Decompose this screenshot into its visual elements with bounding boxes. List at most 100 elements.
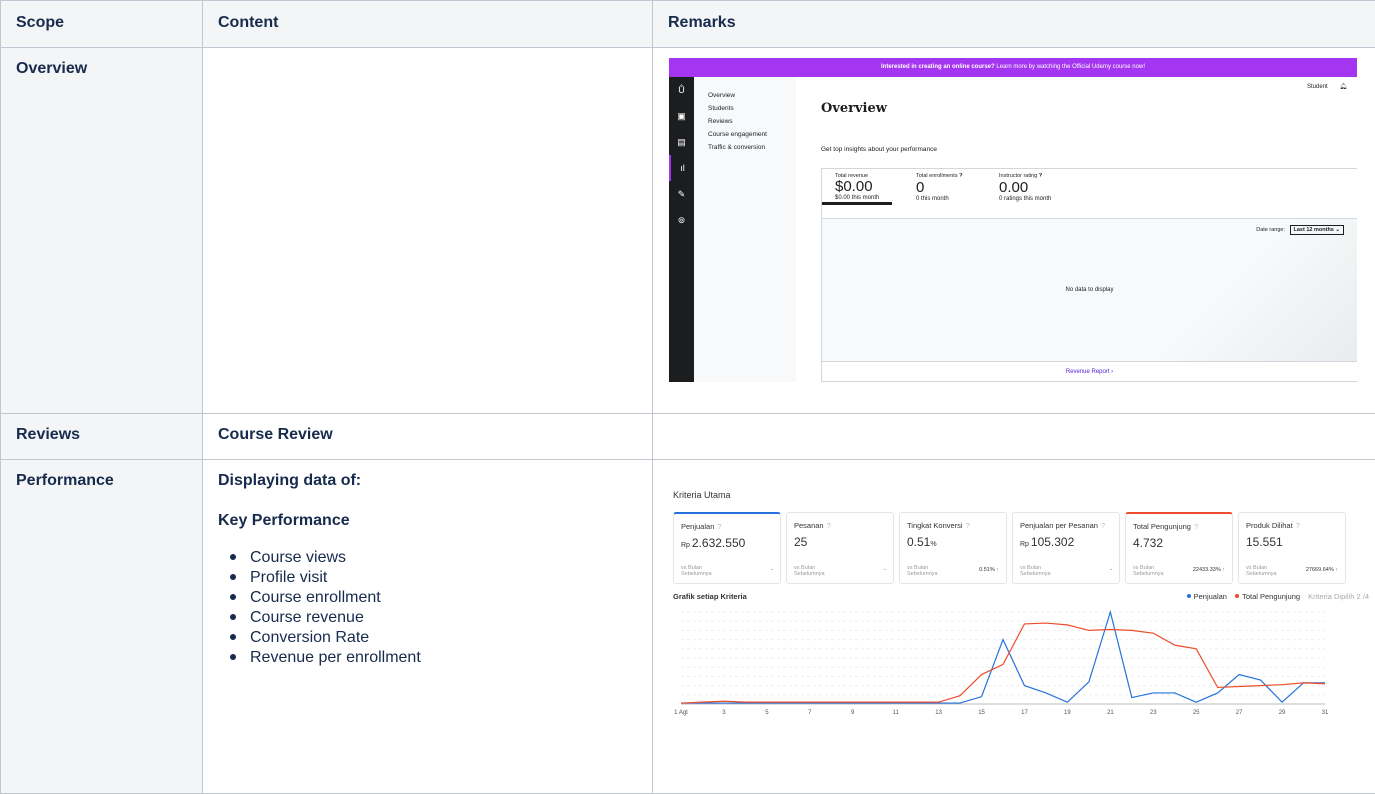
info-icon[interactable]: ? bbox=[1296, 521, 1300, 530]
stat-value: 0.00 bbox=[999, 179, 1029, 196]
page-subtitle: Get top insights about your performance bbox=[821, 146, 937, 153]
nav-item-overview[interactable]: Overview bbox=[694, 89, 796, 102]
x-tick-label: 1 Agt bbox=[674, 710, 688, 716]
legend-penjualan[interactable]: Penjualan bbox=[1194, 592, 1227, 601]
video-icon[interactable]: ▣ bbox=[669, 103, 694, 129]
date-range-value: Last 12 months bbox=[1293, 227, 1334, 233]
card-compare: vs Bulan Sebelumnya - bbox=[681, 565, 773, 577]
remark-cell-performance: Kriteria Utama Penjualan? Rp 2.632.550 vs … bbox=[652, 459, 1375, 794]
info-icon[interactable]: ❓︎ bbox=[959, 173, 962, 179]
info-icon[interactable]: ? bbox=[1194, 522, 1198, 531]
stat-value: 0 bbox=[916, 179, 925, 196]
x-tick-label: 3 bbox=[722, 710, 726, 716]
series-line-pengunjung bbox=[680, 622, 1326, 704]
x-tick-label: 5 bbox=[765, 710, 769, 716]
x-tick-label: 23 bbox=[1150, 710, 1157, 716]
udemy-logo-icon[interactable]: Ů bbox=[669, 77, 694, 103]
card-value: Rp 2.632.550 bbox=[681, 536, 746, 550]
remark-cell-reviews bbox=[652, 413, 1375, 460]
x-tick-label: 9 bbox=[851, 710, 855, 716]
list-item: Course revenue bbox=[230, 608, 637, 628]
info-icon[interactable]: ? bbox=[966, 521, 970, 530]
nav-item-engagement[interactable]: Course engagement bbox=[694, 128, 796, 141]
content-cell-reviews: Course Review bbox=[202, 413, 653, 460]
table-row-reviews: Reviews Course Review bbox=[0, 413, 1375, 460]
info-icon[interactable]: ❓︎ bbox=[1039, 173, 1042, 179]
legend-dot bbox=[1235, 594, 1240, 598]
criteria-card[interactable]: Produk Dilihat? 15.551 vs Bulan Sebelumnya 2… bbox=[1238, 512, 1346, 584]
x-tick-label: 25 bbox=[1193, 710, 1200, 716]
card-name: Produk Dilihat? bbox=[1246, 521, 1300, 530]
overview-panel: Total revenue $0.00 $0.00 this month Tot… bbox=[821, 168, 1357, 382]
card-value: 4.732 bbox=[1133, 536, 1164, 550]
criteria-card[interactable]: Penjualan per Pesanan? Rp 105.302 vs Bulan… bbox=[1012, 512, 1120, 584]
info-icon[interactable]: ? bbox=[717, 522, 721, 531]
info-icon[interactable]: ? bbox=[1101, 521, 1105, 530]
stat-total-enrollments[interactable]: Total enrollments ❓︎ 0 0 this month bbox=[916, 173, 962, 202]
criteria-card[interactable]: Total Pengunjung? 4.732 vs Bulan Sebelumnya… bbox=[1125, 512, 1233, 584]
x-tick-label: 19 bbox=[1064, 710, 1071, 716]
main-area: Student 🔔︎ Overview Get top insights abo… bbox=[796, 77, 1357, 382]
top-bar: Student 🔔︎ bbox=[1307, 83, 1347, 90]
x-tick-label: 27 bbox=[1236, 710, 1243, 716]
performance-screenshot: Kriteria Utama Penjualan? Rp 2.632.550 vs … bbox=[671, 470, 1371, 760]
criteria-card[interactable]: Penjualan? Rp 2.632.550 vs Bulan Sebelumnya… bbox=[673, 512, 781, 584]
x-tick-label: 17 bbox=[1021, 710, 1028, 716]
banner-bold-text: Interested in creating an online course? bbox=[880, 64, 995, 70]
list-item: Course views bbox=[230, 548, 637, 568]
kpi-list: Course views Profile visit Course enroll… bbox=[218, 548, 637, 668]
stat-total-revenue[interactable]: Total revenue $0.00 $0.00 this month bbox=[822, 173, 893, 205]
header-scope: Scope bbox=[0, 0, 203, 48]
header-row: Scope Content Remarks bbox=[0, 0, 1375, 48]
x-tick-label: 15 bbox=[978, 710, 985, 716]
promo-banner[interactable]: Interested in creating an online course?… bbox=[669, 58, 1357, 77]
stat-sub: 0 ratings this month bbox=[999, 196, 1052, 202]
bell-icon[interactable]: 🔔︎ bbox=[1339, 84, 1347, 90]
scope-cell-overview: Overview bbox=[0, 47, 203, 414]
criteria-cards: Penjualan? Rp 2.632.550 vs Bulan Sebelumnya… bbox=[673, 512, 1371, 585]
list-item: Profile visit bbox=[230, 568, 637, 588]
side-nav: Overview Students Reviews Course engagem… bbox=[694, 77, 796, 382]
card-delta: 0.51% ↑ bbox=[979, 567, 999, 573]
card-name: Pesanan? bbox=[794, 521, 831, 530]
stat-instructor-rating[interactable]: Instructor rating ❓︎ 0.00 0 ratings this… bbox=[999, 173, 1051, 202]
date-range-select[interactable]: Last 12 months ⌄ bbox=[1289, 225, 1344, 235]
card-value: 15.551 bbox=[1246, 535, 1283, 549]
list-item: Conversion Rate bbox=[230, 628, 637, 648]
scope-cell-performance: Performance bbox=[0, 459, 203, 794]
no-data-text: No data to display bbox=[1065, 287, 1114, 293]
nav-item-reviews[interactable]: Reviews bbox=[694, 115, 796, 128]
bar-chart-icon[interactable]: ıl bbox=[669, 155, 694, 181]
content-subheading: Key Performance bbox=[218, 512, 350, 529]
content-heading: Displaying data of: bbox=[218, 472, 362, 489]
stat-value: $0.00 bbox=[835, 178, 873, 195]
card-delta: - bbox=[771, 567, 773, 573]
stat-sub: $0.00 this month bbox=[835, 195, 880, 201]
chart-legend: Penjualan Total Pengunjung Kriteria Dipi… bbox=[1181, 592, 1369, 601]
stat-sub: 0 this month bbox=[916, 196, 949, 202]
card-name: Penjualan? bbox=[681, 522, 722, 531]
chat-icon[interactable]: ▤ bbox=[669, 129, 694, 155]
line-chart: 1 Agt 3 5 7 9 11 13 15 17 19 21 23 25 27 29 31 bbox=[674, 609, 1329, 716]
scope-cell-reviews: Reviews bbox=[0, 413, 203, 460]
criteria-card[interactable]: Pesanan? 25 vs Bulan Sebelumnya - bbox=[786, 512, 894, 584]
card-name: Total Pengunjung? bbox=[1133, 522, 1199, 531]
nav-item-traffic[interactable]: Traffic & conversion bbox=[694, 141, 796, 154]
udemy-screenshot: Interested in creating an online course?… bbox=[669, 58, 1357, 382]
date-range: Date range: Last 12 months ⌄ bbox=[1253, 225, 1344, 235]
wrench-icon[interactable]: ✎ bbox=[669, 181, 694, 207]
card-delta: 27669.64% ↑ bbox=[1305, 567, 1338, 573]
legend-pengunjung[interactable]: Total Pengunjung bbox=[1242, 592, 1300, 601]
user-link[interactable]: Student bbox=[1307, 84, 1328, 90]
card-delta: - bbox=[1110, 567, 1112, 573]
card-name: Penjualan per Pesanan? bbox=[1020, 521, 1106, 530]
criteria-count: Kriteria Dipilih 2 /4 bbox=[1308, 592, 1369, 601]
revenue-report-link[interactable]: Revenue Report › bbox=[822, 361, 1357, 381]
help-icon[interactable]: ⊚ bbox=[669, 207, 694, 233]
table-row-performance: Performance Displaying data of: Key Perf… bbox=[0, 459, 1375, 794]
nav-item-students[interactable]: Students bbox=[694, 102, 796, 115]
stats-row: Total revenue $0.00 $0.00 this month Tot… bbox=[822, 169, 1357, 219]
info-icon[interactable]: ? bbox=[827, 521, 831, 530]
legend-dot bbox=[1186, 594, 1191, 598]
criteria-card[interactable]: Tingkat Konversi? 0.51% vs Bulan Sebelumnya… bbox=[899, 512, 1007, 584]
